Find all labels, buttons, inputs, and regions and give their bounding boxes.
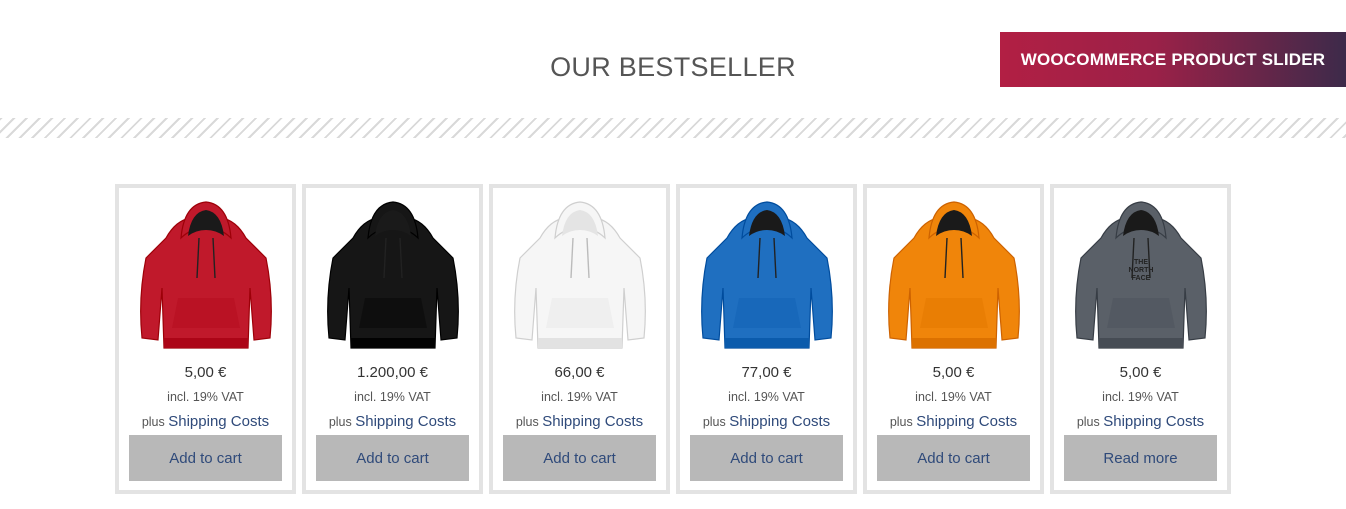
vat-note: incl. 19% VAT	[354, 390, 431, 404]
hoodie-image[interactable]	[493, 198, 666, 358]
product-card: 1.200,00 € incl. 19% VAT plus Shipping C…	[302, 184, 483, 494]
shipping-costs-link[interactable]: Shipping Costs	[168, 413, 269, 430]
vat-note: incl. 19% VAT	[541, 390, 618, 404]
read-more-button[interactable]: Read more	[1064, 435, 1217, 481]
shipping-prefix: plus	[328, 415, 352, 429]
shipping-costs-link[interactable]: Shipping Costs	[542, 413, 643, 430]
shipping-note: plus Shipping Costs	[680, 413, 853, 430]
shipping-costs-link[interactable]: Shipping Costs	[729, 413, 830, 430]
product-card: THE NORTH FACE 5,00 € incl. 19% VAT plus S…	[1050, 184, 1231, 494]
product-card: 66,00 € incl. 19% VAT plus Shipping Cost…	[489, 184, 670, 494]
hoodie-icon	[513, 201, 646, 349]
product-price: 77,00 €	[741, 364, 792, 381]
hoodie-icon	[139, 201, 272, 349]
hoodie-icon	[700, 201, 833, 349]
shipping-note: plus Shipping Costs	[119, 413, 292, 430]
shipping-prefix: plus	[515, 415, 539, 429]
product-card: 77,00 € incl. 19% VAT plus Shipping Cost…	[676, 184, 857, 494]
hoodie-image[interactable]	[680, 198, 853, 358]
hoodie-image[interactable]	[119, 198, 292, 358]
product-card: 5,00 € incl. 19% VAT plus Shipping Costs…	[115, 184, 296, 494]
shipping-costs-link[interactable]: Shipping Costs	[916, 413, 1017, 430]
vat-note: incl. 19% VAT	[728, 390, 805, 404]
shipping-prefix: plus	[1076, 415, 1100, 429]
hoodie-icon	[326, 201, 459, 349]
product-price: 5,00 €	[184, 364, 227, 381]
product-price: 5,00 €	[1119, 364, 1162, 381]
shipping-prefix: plus	[702, 415, 726, 429]
add-to-cart-button[interactable]: Add to cart	[877, 435, 1030, 481]
product-slider: 5,00 € incl. 19% VAT plus Shipping Costs…	[115, 184, 1231, 494]
striped-divider	[0, 118, 1346, 138]
add-to-cart-button[interactable]: Add to cart	[316, 435, 469, 481]
shipping-note: plus Shipping Costs	[1054, 413, 1227, 430]
hoodie-image[interactable]	[867, 198, 1040, 358]
product-price: 66,00 €	[554, 364, 605, 381]
add-to-cart-button[interactable]: Add to cart	[129, 435, 282, 481]
vat-note: incl. 19% VAT	[1102, 390, 1179, 404]
shipping-note: plus Shipping Costs	[306, 413, 479, 430]
shipping-note: plus Shipping Costs	[493, 413, 666, 430]
product-price: 1.200,00 €	[357, 364, 428, 381]
hoodie-icon	[887, 201, 1020, 349]
product-card: 5,00 € incl. 19% VAT plus Shipping Costs…	[863, 184, 1044, 494]
product-price: 5,00 €	[932, 364, 975, 381]
hoodie-icon: THE NORTH FACE	[1074, 201, 1207, 349]
shipping-note: plus Shipping Costs	[867, 413, 1040, 430]
shipping-prefix: plus	[141, 415, 165, 429]
vat-note: incl. 19% VAT	[167, 390, 244, 404]
vat-note: incl. 19% VAT	[915, 390, 992, 404]
shipping-prefix: plus	[889, 415, 913, 429]
hoodie-image[interactable]	[306, 198, 479, 358]
add-to-cart-button[interactable]: Add to cart	[690, 435, 843, 481]
hoodie-image[interactable]: THE NORTH FACE	[1054, 198, 1227, 358]
shipping-costs-link[interactable]: Shipping Costs	[1103, 413, 1204, 430]
section-title: OUR BESTSELLER	[550, 52, 796, 82]
shipping-costs-link[interactable]: Shipping Costs	[355, 413, 456, 430]
add-to-cart-button[interactable]: Add to cart	[503, 435, 656, 481]
